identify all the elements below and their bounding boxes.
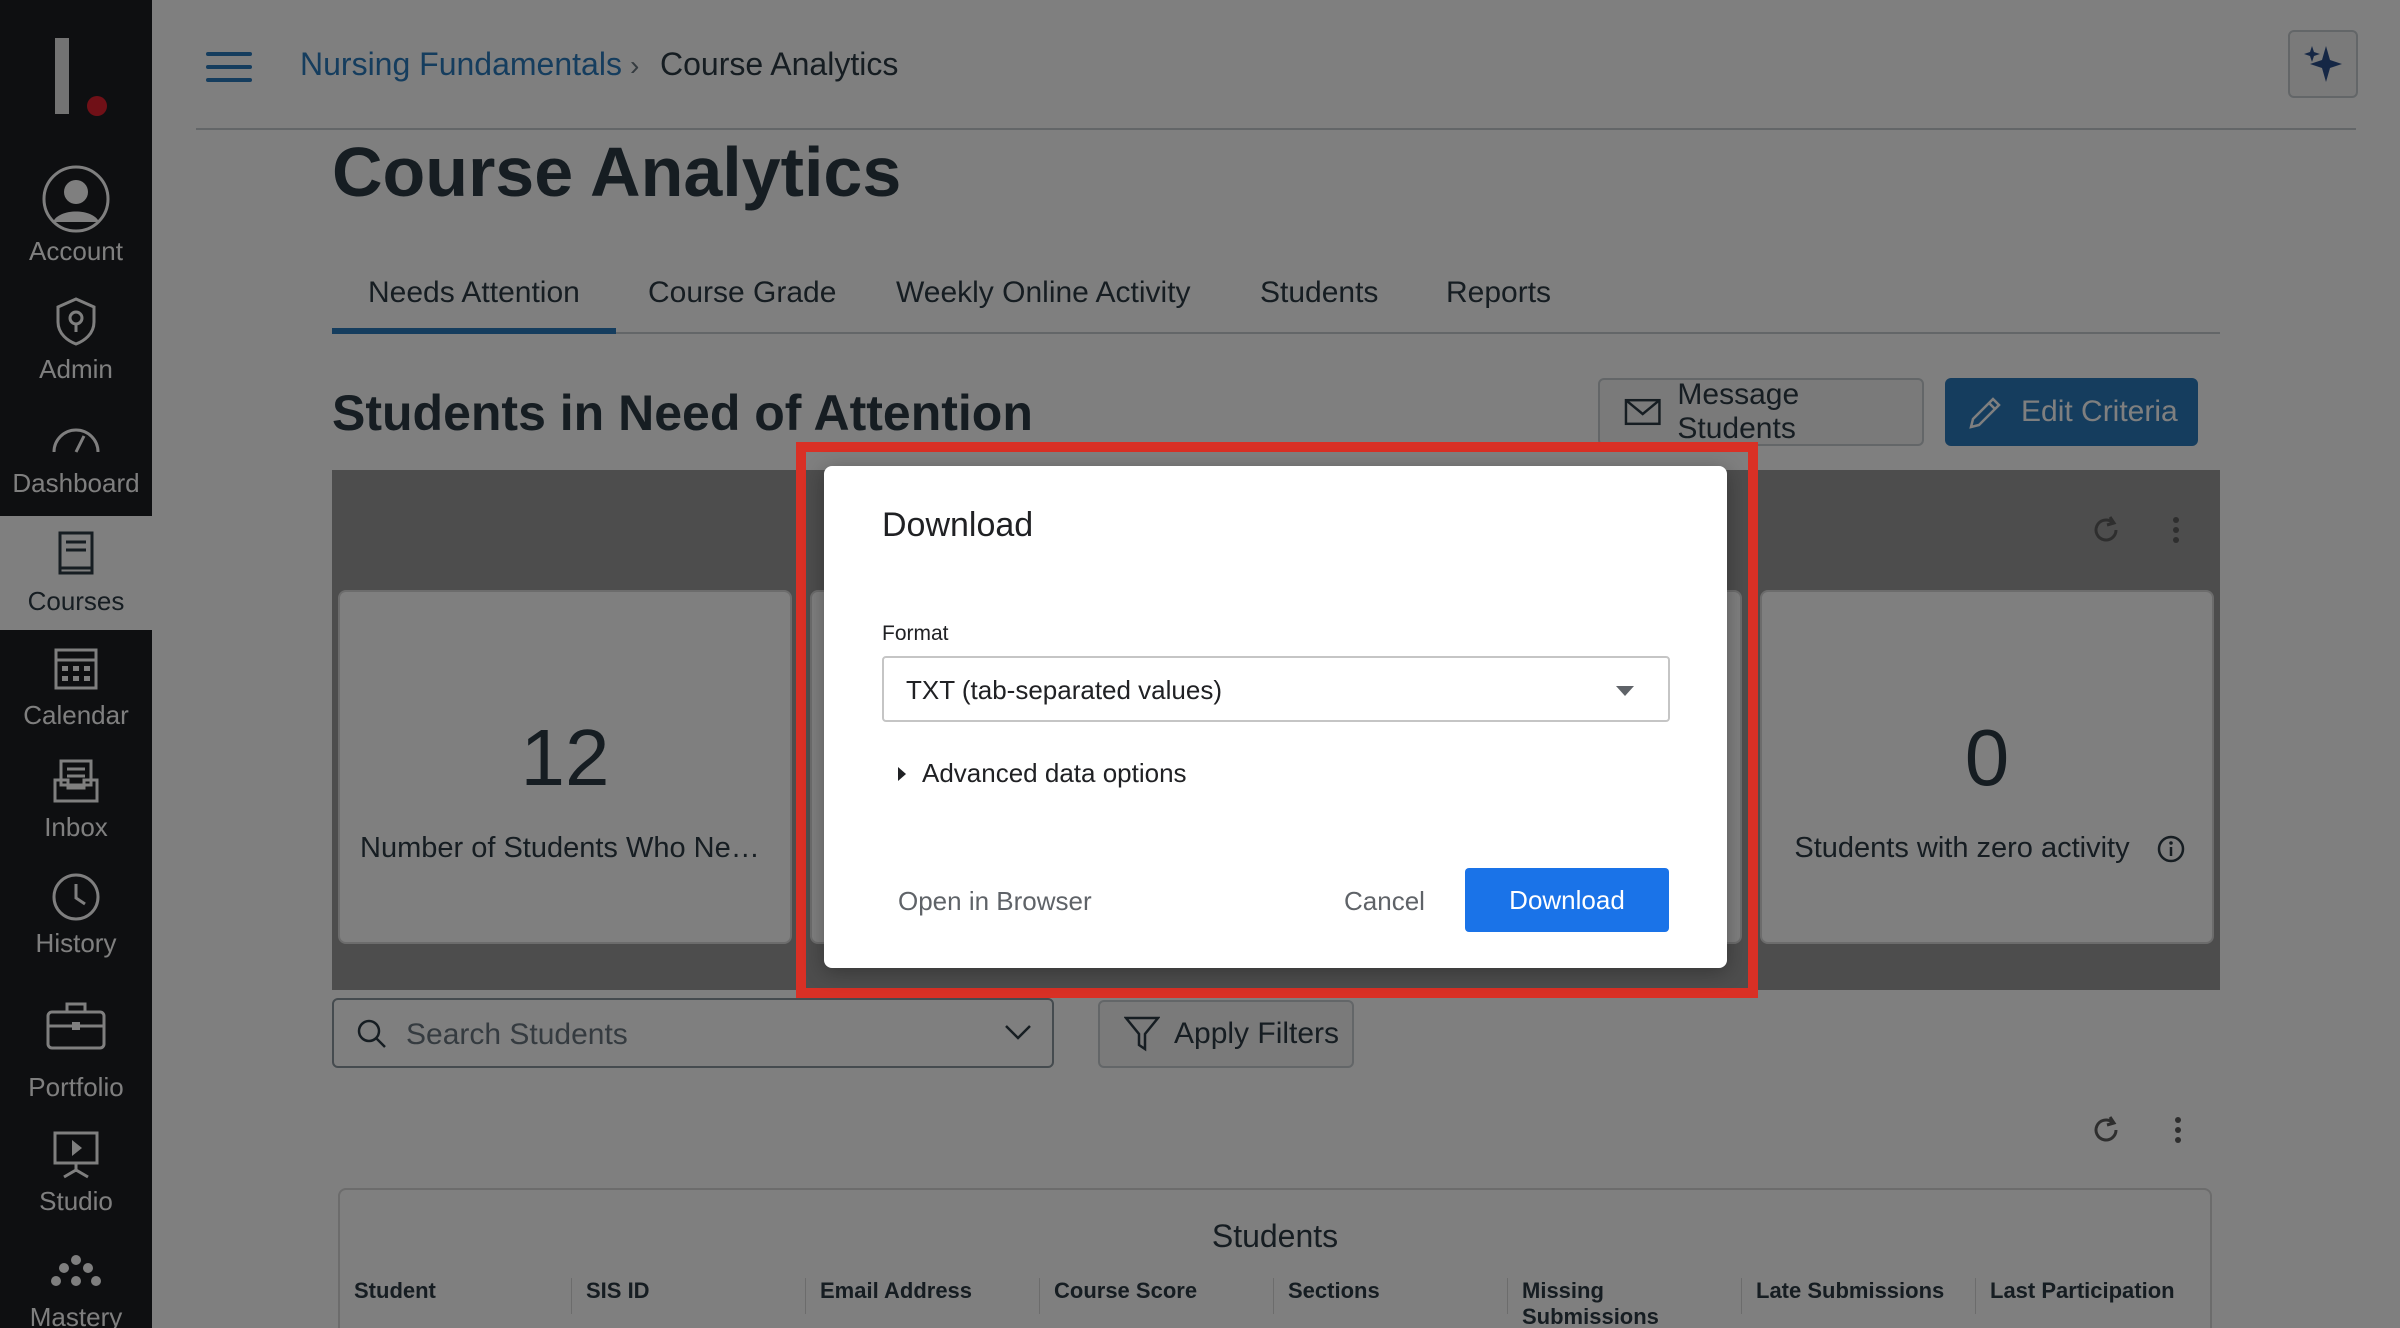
download-dialog: Download Format TXT (tab-separated value… (824, 466, 1727, 968)
download-button[interactable]: Download (1465, 868, 1669, 932)
open-in-browser-button[interactable]: Open in Browser (898, 886, 1092, 917)
cancel-button[interactable]: Cancel (1344, 886, 1425, 917)
advanced-options-label: Advanced data options (922, 758, 1187, 788)
dialog-title: Download (882, 506, 1034, 544)
dropdown-caret-icon (1616, 686, 1634, 696)
format-select[interactable]: TXT (tab-separated values) (882, 656, 1670, 722)
format-selected-value: TXT (tab-separated values) (906, 675, 1222, 705)
advanced-options-toggle[interactable]: Advanced data options (898, 758, 1187, 789)
expand-arrow-icon (898, 766, 906, 781)
format-label: Format (882, 622, 949, 645)
